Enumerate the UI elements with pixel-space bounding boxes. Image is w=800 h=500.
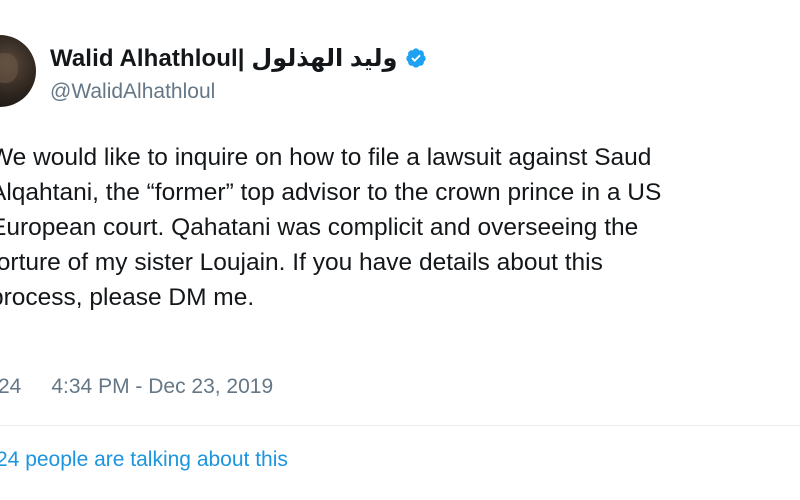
avatar[interactable] <box>0 35 36 107</box>
tweet-text-line: Alqahtani, the “former” top advisor to t… <box>0 179 662 206</box>
tweet-text-line: We would like to inquire on how to file … <box>0 144 652 171</box>
tweet-text-line: torture of my sister Loujain. If you hav… <box>0 249 603 276</box>
tweet-text-line: process, please DM me. <box>0 284 255 311</box>
talking-about-link[interactable]: 24 people are talking about this <box>0 448 288 472</box>
divider <box>0 425 800 426</box>
like-count[interactable]: 24 <box>0 375 21 399</box>
author-name-row: Walid Alhathloul| وليد الهذلول <box>50 38 427 78</box>
author-handle[interactable]: @WalidAlhathloul <box>50 80 215 104</box>
author-display-name[interactable]: Walid Alhathloul| وليد الهذلول <box>50 44 397 73</box>
tweet-timestamp[interactable]: 4:34 PM - Dec 23, 2019 <box>51 375 273 399</box>
tweet-text: We would like to inquire on how to file … <box>0 140 800 315</box>
verified-badge-icon <box>405 47 427 69</box>
tweet-meta-row: 24 4:34 PM - Dec 23, 2019 <box>0 369 273 405</box>
tweet-text-line: European court. Qahatani was complicit a… <box>0 214 639 241</box>
tweet-card: Walid Alhathloul| وليد الهذلول @WalidAlh… <box>0 0 800 500</box>
